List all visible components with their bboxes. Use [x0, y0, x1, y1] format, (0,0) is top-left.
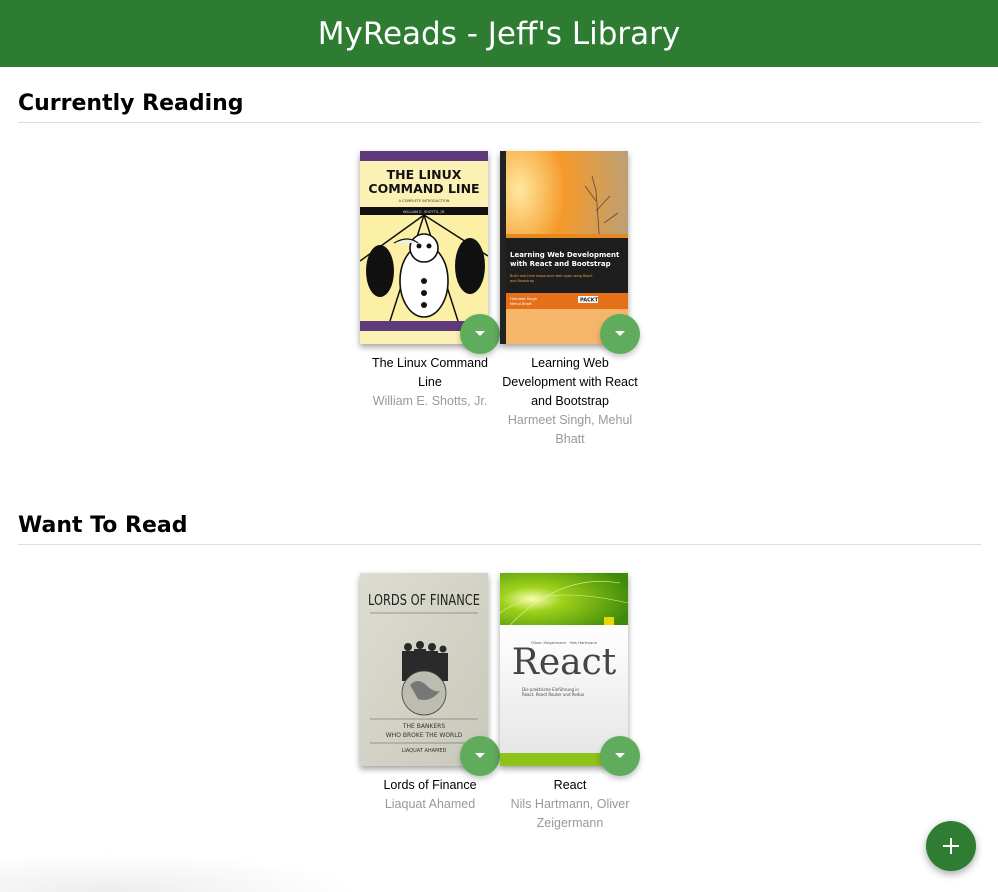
triangle-down-icon: [475, 753, 485, 758]
app-header: MyReads - Jeff's Library: [0, 0, 998, 67]
shelf-want-to-read: Want To Read: [18, 513, 981, 545]
triangle-down-icon: [615, 753, 625, 758]
book-cover[interactable]: Oliver Zeigermann · Nils Hartmann React …: [500, 573, 628, 766]
app-title: MyReads - Jeff's Library: [317, 15, 681, 52]
book-cover[interactable]: Learning Web Development with React and …: [500, 151, 628, 344]
svg-text:with React and Bootstrap: with React and Bootstrap: [510, 260, 611, 268]
svg-text:LIAQUAT AHAMED: LIAQUAT AHAMED: [402, 748, 447, 754]
svg-text:React, React Router und Redux: React, React Router und Redux: [522, 692, 585, 697]
svg-text:PACKT: PACKT: [580, 298, 599, 304]
svg-text:and Bootstrap: and Bootstrap: [510, 279, 534, 283]
svg-text:LORDS OF FINANCE: LORDS OF FINANCE: [368, 591, 480, 609]
book-authors: Harmeet Singh, Mehul Bhatt: [507, 413, 633, 446]
plus-icon: [943, 838, 959, 854]
svg-text:THE BANKERS: THE BANKERS: [402, 723, 445, 730]
svg-text:Mehul Bhatt: Mehul Bhatt: [510, 302, 532, 306]
triangle-down-icon: [615, 331, 625, 336]
svg-text:Build real-time responsive web: Build real-time responsive web apps usin…: [510, 274, 593, 278]
book-title: Lords of Finance: [383, 778, 477, 792]
svg-text:THE LINUX: THE LINUX: [387, 167, 462, 182]
svg-text:WHO BROKE THE WORLD: WHO BROKE THE WORLD: [386, 732, 463, 739]
svg-text:React: React: [512, 642, 617, 683]
add-book-button[interactable]: [926, 821, 976, 871]
book-authors: William E. Shotts, Jr.: [372, 394, 488, 408]
book-title: React: [553, 778, 587, 792]
shelf-changer-button[interactable]: [600, 314, 640, 354]
svg-text:Learning Web Development: Learning Web Development: [510, 251, 620, 259]
shelf-currently-reading: Currently Reading: [18, 91, 981, 123]
book-cover[interactable]: THE LINUX COMMAND LINE A COMPLETE INTROD…: [360, 151, 488, 344]
svg-text:Harmeet Singh: Harmeet Singh: [510, 297, 537, 301]
svg-text:COMMAND LINE: COMMAND LINE: [368, 181, 479, 196]
book-authors: Nils Hartmann, Oliver Zeigermann: [510, 797, 630, 830]
svg-text:WILLIAM E. SHOTTS, JR.: WILLIAM E. SHOTTS, JR.: [403, 210, 445, 214]
shelf-changer-button[interactable]: [460, 736, 500, 776]
svg-text:A COMPLETE INTRODUCTION: A COMPLETE INTRODUCTION: [399, 199, 450, 203]
book-authors: Liaquat Ahamed: [384, 797, 476, 811]
shelf-changer-button[interactable]: [600, 736, 640, 776]
book-title: Learning Web Development with React and …: [502, 356, 638, 408]
shelf-title: Want To Read: [18, 513, 981, 545]
shelf-changer-button[interactable]: [460, 314, 500, 354]
book-title: The Linux Command Line: [371, 356, 489, 389]
triangle-down-icon: [475, 331, 485, 336]
bottom-shadow: [0, 852, 360, 892]
book-cover[interactable]: LORDS OF FINANCE THE BANKERS WHO BROKE T…: [360, 573, 488, 766]
shelf-title: Currently Reading: [18, 91, 981, 123]
